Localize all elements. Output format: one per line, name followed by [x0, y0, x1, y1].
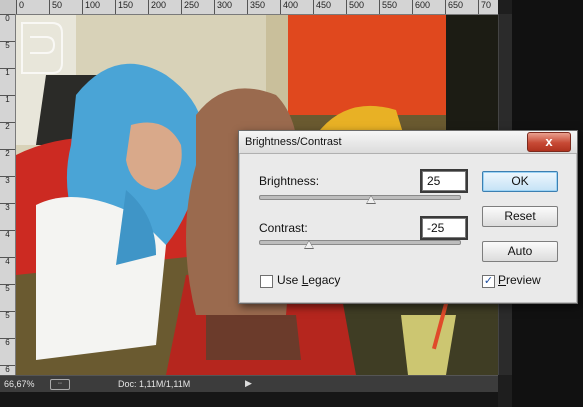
preview-label[interactable]: Preview	[498, 273, 541, 287]
ruler-left-tick: 4	[0, 230, 15, 239]
ruler-top-tick: 450	[313, 0, 331, 14]
use-legacy-label[interactable]: Use Legacy	[277, 273, 340, 287]
zoom-level[interactable]: 66,67%	[4, 379, 35, 389]
ruler-top-tick: 150	[115, 0, 133, 14]
brightness-label: Brightness:	[259, 174, 320, 188]
contrast-label: Contrast:	[259, 221, 308, 235]
ruler-vertical[interactable]: 0 5 1 1 2 2 3 3 4 4 5 5 6 6	[0, 14, 16, 375]
ruler-left-tick: 2	[0, 122, 15, 131]
ruler-top-tick: 600	[412, 0, 430, 14]
ruler-left-tick: 2	[0, 149, 15, 158]
contrast-slider-thumb[interactable]	[304, 240, 314, 249]
ruler-left-tick: 4	[0, 257, 15, 266]
preview-text-c: review	[506, 273, 541, 287]
ruler-top-tick: 300	[214, 0, 232, 14]
ruler-top-tick: 200	[148, 0, 166, 14]
use-legacy-text-c: egacy	[308, 273, 341, 287]
ruler-left-tick: 1	[0, 95, 15, 104]
auto-button[interactable]: Auto	[482, 241, 558, 262]
ruler-left-tick: 5	[0, 41, 15, 50]
brightness-contrast-dialog: Brightness/Contrast x Brightness: 25 Con…	[238, 130, 578, 304]
ruler-top-tick: 250	[181, 0, 199, 14]
ruler-top-tick: 70	[478, 0, 491, 14]
ruler-left-tick: 1	[0, 68, 15, 77]
doc-size: Doc: 1,11M/1,11M	[118, 379, 191, 389]
ruler-top-tick: 100	[82, 0, 100, 14]
navigator-icon[interactable]: ◦◦	[50, 379, 70, 390]
preview-checkbox[interactable]: ✓	[482, 275, 495, 288]
ruler-left-tick: 0	[0, 14, 15, 23]
ruler-horizontal[interactable]: 0 50 100 150 200 250 300 350 400 450 500 550 600 650 7…	[16, 0, 498, 15]
ruler-top-tick: 350	[247, 0, 265, 14]
ruler-top-tick: 650	[445, 0, 463, 14]
ruler-corner	[0, 0, 17, 15]
ruler-left-tick: 5	[0, 284, 15, 293]
ok-button[interactable]: OK	[482, 171, 558, 192]
ruler-left-tick: 3	[0, 203, 15, 212]
ruler-top-tick: 50	[49, 0, 62, 14]
ruler-left-tick: 3	[0, 176, 15, 185]
status-bar: 66,67% ◦◦ Doc: 1,11M/1,11M ▶	[0, 375, 498, 392]
reset-button[interactable]: Reset	[482, 206, 558, 227]
brightness-slider[interactable]	[259, 195, 461, 200]
dialog-title: Brightness/Contrast	[245, 136, 342, 148]
brightness-input[interactable]: 25	[422, 171, 466, 191]
ruler-left-tick: 6	[0, 338, 15, 347]
ruler-top-tick: 550	[379, 0, 397, 14]
close-button[interactable]: x	[527, 132, 571, 152]
ruler-top-tick: 400	[280, 0, 298, 14]
use-legacy-text-a: Use	[277, 273, 302, 287]
contrast-slider[interactable]	[259, 240, 461, 245]
brightness-slider-thumb[interactable]	[366, 195, 376, 204]
preview-text-b: P	[498, 273, 507, 287]
contrast-input[interactable]: -25	[422, 218, 466, 238]
bottom-strip	[0, 392, 498, 407]
ruler-left-tick: 5	[0, 311, 15, 320]
ruler-left-tick: 6	[0, 365, 15, 374]
status-menu-arrow-icon[interactable]: ▶	[245, 378, 252, 389]
use-legacy-checkbox[interactable]	[260, 275, 273, 288]
ruler-top-tick: 500	[346, 0, 364, 14]
dialog-titlebar[interactable]: Brightness/Contrast x	[239, 131, 577, 154]
ruler-top-tick: 0	[16, 0, 24, 14]
